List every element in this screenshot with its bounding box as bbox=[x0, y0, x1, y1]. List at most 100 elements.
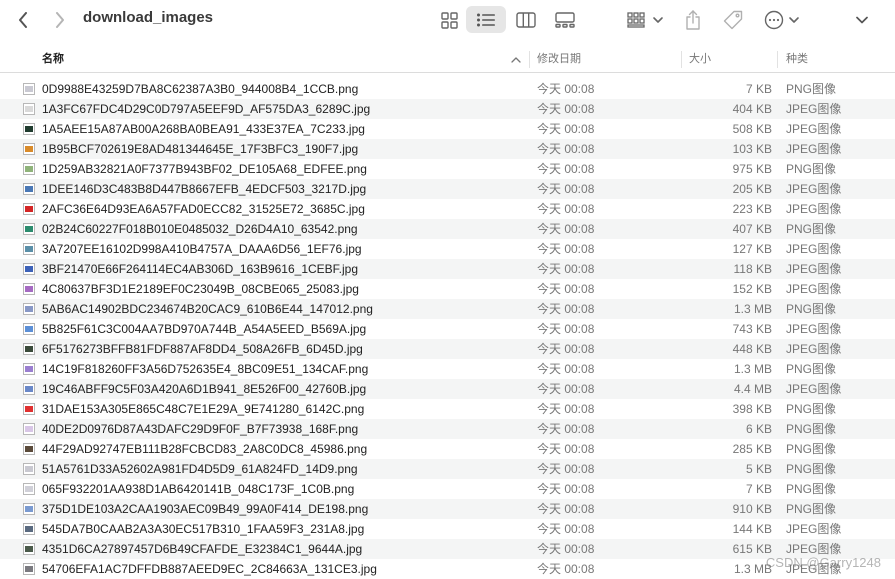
file-kind: PNG图像 bbox=[786, 482, 837, 496]
file-row[interactable]: 0D9988E43259D7BA8C62387A3B0_944008B4_1CC… bbox=[0, 79, 895, 99]
file-row[interactable]: 3BF21470E66F264114EC4AB306D_163B9616_1CE… bbox=[0, 259, 895, 279]
file-row[interactable]: 19C46ABFF9C5F03A420A6D1B941_8E526F00_427… bbox=[0, 379, 895, 399]
file-name: 1D259AB32821A0F7377B943BF02_DE105A68_EDF… bbox=[42, 162, 367, 176]
file-size: 407 KB bbox=[732, 222, 772, 236]
thumbnail-fill bbox=[25, 526, 33, 532]
file-size: 223 KB bbox=[732, 202, 772, 216]
file-modified-date: 今天 00:08 bbox=[537, 262, 595, 276]
group-icon[interactable] bbox=[627, 10, 665, 30]
column-name-header[interactable]: 名称 bbox=[42, 47, 64, 72]
file-thumbnail-icon bbox=[23, 563, 35, 575]
file-modified-date: 今天 00:08 bbox=[537, 382, 595, 396]
window-title: download_images bbox=[83, 9, 214, 26]
column-divider[interactable] bbox=[777, 51, 778, 68]
chevron-right-icon[interactable] bbox=[51, 10, 69, 30]
file-row[interactable]: 6F5176273BFFB81FDF887AF8DD4_508A26FB_6D4… bbox=[0, 339, 895, 359]
column-divider[interactable] bbox=[529, 51, 530, 68]
watermark-text: CSDN @Garry1248 bbox=[765, 555, 881, 570]
file-row[interactable]: 1A3FC67FDC4D29C0D797A5EEF9D_AF575DA3_628… bbox=[0, 99, 895, 119]
file-row[interactable]: 065F932201AA938D1AB6420141B_048C173F_1C0… bbox=[0, 479, 895, 499]
file-row[interactable]: 54706EFA1AC7DFFDB887AEED9EC_2C84663A_131… bbox=[0, 559, 895, 579]
file-name: 1A3FC67FDC4D29C0D797A5EEF9D_AF575DA3_628… bbox=[42, 102, 371, 116]
file-size: 743 KB bbox=[732, 322, 772, 336]
file-row[interactable]: 14C19F818260FF3A56D752635E4_8BC09E51_134… bbox=[0, 359, 895, 379]
thumbnail-fill bbox=[25, 546, 33, 552]
chevron-down-icon[interactable] bbox=[852, 10, 872, 30]
file-row[interactable]: 4351D6CA27897457D6B49CFAFDE_E32384C1_964… bbox=[0, 539, 895, 559]
file-row[interactable]: 51A5761D33A52602A981FD4D5D9_61A824FD_14D… bbox=[0, 459, 895, 479]
file-modified-date: 今天 00:08 bbox=[537, 542, 595, 556]
thumbnail-fill bbox=[25, 566, 33, 572]
file-row[interactable]: 40DE2D0976D87A43DAFC29D9F0F_B7F73938_168… bbox=[0, 419, 895, 439]
file-row[interactable]: 1D259AB32821A0F7377B943BF02_DE105A68_EDF… bbox=[0, 159, 895, 179]
column-size-header[interactable]: 大小 bbox=[689, 47, 711, 72]
thumbnail-fill bbox=[25, 366, 33, 372]
file-size: 118 KB bbox=[733, 262, 772, 276]
gallery-icon[interactable] bbox=[554, 10, 576, 30]
file-row[interactable]: 1A5AEE15A87AB00A268BA0BEA91_433E37EA_7C2… bbox=[0, 119, 895, 139]
file-kind: JPEG图像 bbox=[786, 182, 842, 196]
file-thumbnail-icon bbox=[23, 203, 35, 215]
file-modified-date: 今天 00:08 bbox=[537, 222, 595, 236]
file-modified-date: 今天 00:08 bbox=[537, 102, 595, 116]
file-modified-date: 今天 00:08 bbox=[537, 482, 595, 496]
file-row[interactable]: 4C80637BF3D1E2189EF0C23049B_08CBE065_250… bbox=[0, 279, 895, 299]
file-name: 1B95BCF702619E8AD481344645E_17F3BFC3_190… bbox=[42, 142, 359, 156]
file-name: 4351D6CA27897457D6B49CFAFDE_E32384C1_964… bbox=[42, 542, 363, 556]
file-modified-date: 今天 00:08 bbox=[537, 242, 595, 256]
column-date-header[interactable]: 修改日期 bbox=[537, 47, 581, 72]
column-divider[interactable] bbox=[681, 51, 682, 68]
file-kind: JPEG图像 bbox=[786, 102, 842, 116]
file-name: 3BF21470E66F264114EC4AB306D_163B9616_1CE… bbox=[42, 262, 359, 276]
file-thumbnail-icon bbox=[23, 423, 35, 435]
file-size: 448 KB bbox=[732, 342, 772, 356]
share-icon[interactable] bbox=[683, 9, 703, 31]
file-row[interactable]: 375D1DE103A2CAA1903AEC09B49_99A0F414_DE1… bbox=[0, 499, 895, 519]
columns-icon[interactable] bbox=[515, 10, 537, 30]
file-thumbnail-icon bbox=[23, 503, 35, 515]
file-size: 103 KB bbox=[732, 142, 772, 156]
column-kind-header[interactable]: 种类 bbox=[786, 47, 808, 72]
file-kind: PNG图像 bbox=[786, 462, 837, 476]
file-name: 40DE2D0976D87A43DAFC29D9F0F_B7F73938_168… bbox=[42, 422, 359, 436]
file-name: 14C19F818260FF3A56D752635E4_8BC09E51_134… bbox=[42, 362, 369, 376]
file-kind: JPEG图像 bbox=[786, 122, 842, 136]
file-name: 44F29AD92747EB111B28FCBCD83_2A8C0DC8_459… bbox=[42, 442, 368, 456]
file-kind: PNG图像 bbox=[786, 302, 837, 316]
file-kind: JPEG图像 bbox=[786, 142, 842, 156]
tag-icon[interactable] bbox=[722, 9, 744, 31]
file-row[interactable]: 545DA7B0CAAB2A3A30EC517B310_1FAA59F3_231… bbox=[0, 519, 895, 539]
file-kind: JPEG图像 bbox=[786, 262, 842, 276]
file-row[interactable]: 1DEE146D3C483B8D447B8667EFB_4EDCF503_321… bbox=[0, 179, 895, 199]
file-row[interactable]: 5B825F61C3C004AA7BD970A744B_A54A5EED_B56… bbox=[0, 319, 895, 339]
file-thumbnail-icon bbox=[23, 523, 35, 535]
file-row[interactable]: 44F29AD92747EB111B28FCBCD83_2A8C0DC8_459… bbox=[0, 439, 895, 459]
file-size: 398 KB bbox=[732, 402, 772, 416]
file-size: 1.3 MB bbox=[733, 362, 772, 376]
file-row[interactable]: 02B24C60227F018B010E0485032_D26D4A10_635… bbox=[0, 219, 895, 239]
sort-ascending-icon[interactable] bbox=[510, 55, 522, 65]
file-row[interactable]: 5AB6AC14902BDC234674B20CAC9_610B6E44_147… bbox=[0, 299, 895, 319]
file-size: 508 KB bbox=[732, 122, 772, 136]
thumbnail-fill bbox=[25, 206, 33, 212]
thumbnail-fill bbox=[25, 386, 33, 392]
file-row[interactable]: 3A7207EE16102D998A410B4757A_DAAA6D56_1EF… bbox=[0, 239, 895, 259]
grid-icon[interactable] bbox=[439, 10, 459, 30]
chevron-left-icon[interactable] bbox=[14, 10, 32, 30]
file-thumbnail-icon bbox=[23, 403, 35, 415]
file-row[interactable]: 1B95BCF702619E8AD481344645E_17F3BFC3_190… bbox=[0, 139, 895, 159]
file-thumbnail-icon bbox=[23, 303, 35, 315]
file-size: 910 KB bbox=[732, 502, 772, 516]
file-row[interactable]: 31DAE153A305E865C48C7E1E29A_9E741280_614… bbox=[0, 399, 895, 419]
file-modified-date: 今天 00:08 bbox=[537, 202, 595, 216]
list-icon[interactable] bbox=[476, 10, 496, 30]
file-kind: PNG图像 bbox=[786, 362, 837, 376]
file-row[interactable]: 2AFC36E64D93EA6A57FAD0ECC82_31525E72_368… bbox=[0, 199, 895, 219]
thumbnail-fill bbox=[25, 446, 33, 452]
file-thumbnail-icon bbox=[23, 283, 35, 295]
file-size: 205 KB bbox=[732, 182, 772, 196]
ellipsis-circle-icon[interactable] bbox=[764, 9, 802, 31]
file-modified-date: 今天 00:08 bbox=[537, 182, 595, 196]
file-list: 0D9988E43259D7BA8C62387A3B0_944008B4_1CC… bbox=[0, 79, 895, 579]
file-kind: PNG图像 bbox=[786, 422, 837, 436]
